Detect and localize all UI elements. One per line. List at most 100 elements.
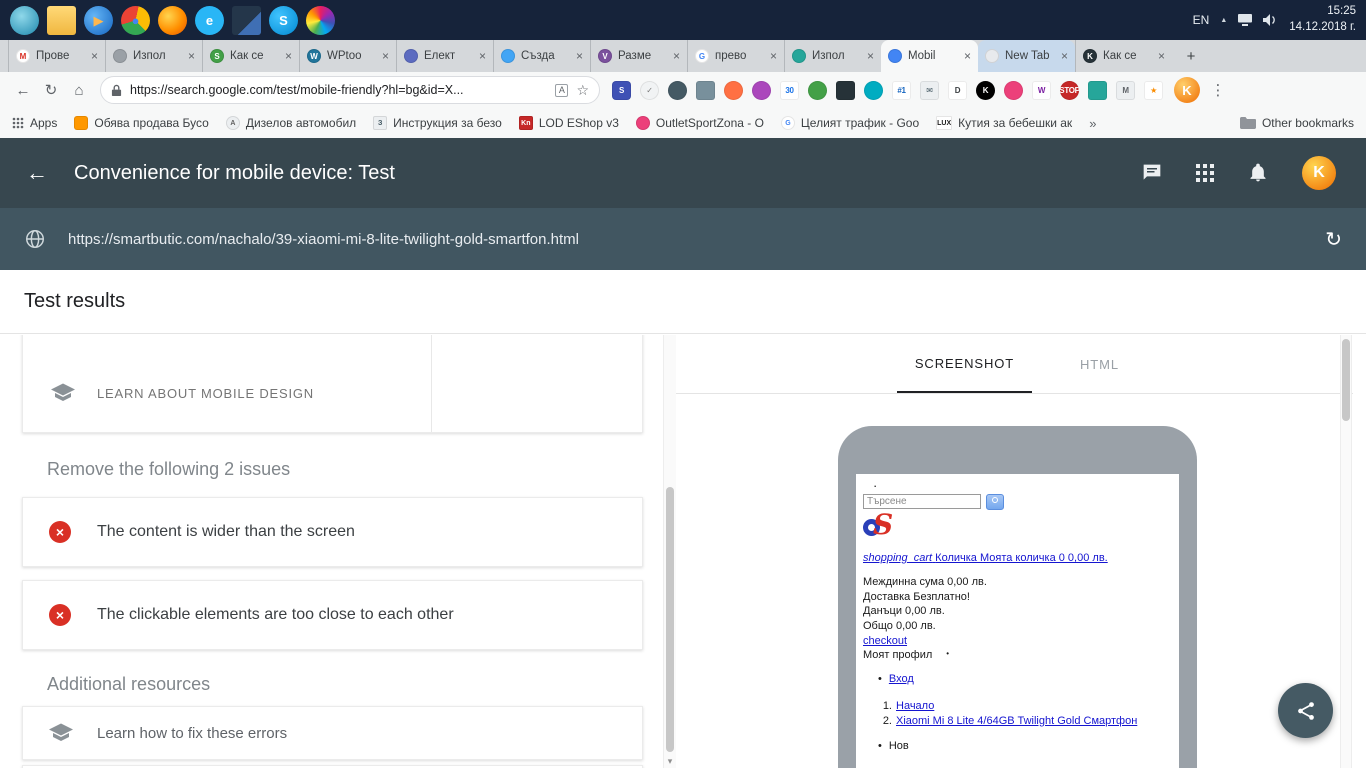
bookmark-star-icon[interactable]: ☆ xyxy=(576,82,589,99)
tab-close-icon[interactable]: × xyxy=(91,49,98,63)
bookmark-item[interactable]: OutletSportZona - O xyxy=(636,116,764,130)
other-bookmarks[interactable]: Other bookmarks xyxy=(1240,116,1354,130)
tool-back-icon[interactable]: ← xyxy=(26,160,48,186)
extension-icon-w[interactable]: W xyxy=(1032,81,1051,100)
feedback-icon[interactable] xyxy=(1142,163,1162,183)
tab-generic[interactable]: Създа × xyxy=(493,40,590,72)
tab-favicon: M xyxy=(16,49,30,63)
tab-gmail[interactable]: M Прове × xyxy=(8,40,105,72)
scrollbar-thumb[interactable] xyxy=(1342,339,1350,421)
tab-close-icon[interactable]: × xyxy=(867,49,874,63)
media-player-icon[interactable]: ▶ xyxy=(84,6,113,35)
bookmark-item[interactable]: Kn LOD EShop v3 xyxy=(519,116,619,130)
volume-icon[interactable] xyxy=(1263,14,1278,26)
left-panel-scrollbar[interactable]: ▾ xyxy=(663,335,676,768)
internet-explorer-icon[interactable]: e xyxy=(195,6,224,35)
address-bar[interactable]: https://search.google.com/test/mobile-fr… xyxy=(100,76,600,104)
bookmark-item[interactable]: G Целият трафик - Goo xyxy=(781,116,919,130)
scrollbar-down-icon[interactable]: ▾ xyxy=(664,756,676,767)
tab-sh[interactable]: S Как се × xyxy=(202,40,299,72)
extension-icon[interactable] xyxy=(1004,81,1023,100)
tab-close-icon[interactable]: × xyxy=(382,49,389,63)
extension-icon-m[interactable]: M xyxy=(1116,81,1135,100)
bookmark-item[interactable]: Обява продава Бусо xyxy=(74,116,208,130)
photoshop-icon[interactable] xyxy=(232,6,261,35)
learn-card[interactable]: LEARN ABOUT MOBILE DESIGN xyxy=(22,335,643,433)
tab-close-icon[interactable]: × xyxy=(1158,49,1165,63)
extension-icon-d[interactable]: D xyxy=(948,81,967,100)
tab-close-icon[interactable]: × xyxy=(188,49,195,63)
tab-html[interactable]: HTML xyxy=(1032,335,1167,393)
scrollbar-thumb[interactable] xyxy=(666,487,674,752)
tab-wordpress[interactable]: W WPtoo × xyxy=(299,40,396,72)
start-icon[interactable] xyxy=(10,6,39,35)
tab-close-icon[interactable]: × xyxy=(479,49,486,63)
share-button[interactable] xyxy=(1278,683,1333,738)
translate-icon[interactable]: A xyxy=(555,84,568,97)
extension-icon-number-one[interactable]: #1 xyxy=(892,81,911,100)
tab-viber[interactable]: V Разме × xyxy=(590,40,687,72)
retest-icon[interactable]: ↻ xyxy=(1325,227,1342,252)
extension-icon-star[interactable]: ★ xyxy=(1144,81,1163,100)
back-icon[interactable]: ← xyxy=(10,77,36,103)
home-icon[interactable]: ⌂ xyxy=(66,77,92,103)
bookmark-item[interactable]: З Инструкция за безо xyxy=(373,116,502,130)
extension-icon[interactable] xyxy=(808,81,827,100)
extension-icon[interactable] xyxy=(724,81,743,100)
paint-app-icon[interactable] xyxy=(306,6,335,35)
tab-generic[interactable]: K Как се × xyxy=(1075,40,1172,72)
browser-menu-icon[interactable]: ⋮ xyxy=(1209,81,1227,99)
issue-list: × The content is wider than the screen ×… xyxy=(22,497,643,650)
extension-icon-stop[interactable]: STOP xyxy=(1060,81,1079,100)
tab-generic[interactable]: Изпол × xyxy=(105,40,202,72)
chrome-icon[interactable]: ● xyxy=(121,6,150,35)
extension-icon-check[interactable]: ✓ xyxy=(640,81,659,100)
extension-icon-s[interactable]: S xyxy=(612,81,631,100)
google-apps-grid-icon[interactable] xyxy=(1196,164,1214,182)
right-panel-scrollbar[interactable] xyxy=(1340,335,1352,768)
new-tab-button[interactable]: + xyxy=(1178,43,1204,69)
extension-icon[interactable] xyxy=(752,81,771,100)
extension-icon[interactable] xyxy=(864,81,883,100)
hidden-icons-caret[interactable]: ▲ xyxy=(1220,17,1227,24)
tab-close-icon[interactable]: × xyxy=(770,49,777,63)
extension-icon-k[interactable]: K xyxy=(976,81,995,100)
tab-close-icon[interactable]: × xyxy=(285,49,292,63)
network-icon[interactable] xyxy=(1238,14,1252,26)
firefox-icon[interactable] xyxy=(158,6,187,35)
issue-card[interactable]: × The clickable elements are too close t… xyxy=(22,580,643,650)
browser-profile-avatar[interactable]: K xyxy=(1174,77,1200,103)
reload-icon[interactable]: ↻ xyxy=(38,77,64,103)
extension-icon-mail[interactable]: ✉ xyxy=(920,81,939,100)
tab-mobile-friendly-test[interactable]: Mobil × xyxy=(881,40,978,72)
learn-link[interactable]: LEARN ABOUT MOBILE DESIGN xyxy=(51,383,314,404)
notifications-bell-icon[interactable] xyxy=(1248,162,1268,184)
clock[interactable]: 15:25 14.12.2018 г. xyxy=(1289,4,1356,35)
issue-card[interactable]: × The content is wider than the screen xyxy=(22,497,643,567)
tab-close-icon[interactable]: × xyxy=(964,49,971,63)
file-explorer-icon[interactable] xyxy=(47,6,76,35)
bookmark-item[interactable]: LUX Кутия за бебешки ак xyxy=(936,116,1072,130)
tab-close-icon[interactable]: × xyxy=(576,49,583,63)
tab-close-icon[interactable]: × xyxy=(673,49,680,63)
skype-icon[interactable]: S xyxy=(269,6,298,35)
resource-card[interactable]: Learn how to fix these errors xyxy=(22,706,643,760)
tab-new-tab[interactable]: New Tab × xyxy=(978,40,1075,72)
tool-header-icons xyxy=(1142,162,1268,184)
extension-icon[interactable] xyxy=(1088,81,1107,100)
language-indicator[interactable]: EN xyxy=(1193,13,1210,27)
extension-icon[interactable] xyxy=(668,81,687,100)
bookmark-item[interactable]: A Дизелов автомобил xyxy=(226,116,356,130)
tab-close-icon[interactable]: × xyxy=(1061,49,1068,63)
tab-screenshot[interactable]: SCREENSHOT xyxy=(897,335,1032,393)
tab-generic[interactable]: Изпол × xyxy=(784,40,881,72)
tool-profile-avatar[interactable]: K xyxy=(1302,156,1336,190)
tab-google[interactable]: G прево × xyxy=(687,40,784,72)
extension-icon-screen[interactable] xyxy=(696,81,715,100)
bookmarks-overflow-icon[interactable]: » xyxy=(1089,116,1096,131)
extension-icon-calendar[interactable]: 30 xyxy=(780,81,799,100)
apps-shortcut[interactable]: Apps xyxy=(12,116,57,130)
tab-generic[interactable]: Елект × xyxy=(396,40,493,72)
lock-icon xyxy=(111,84,122,97)
extension-icon[interactable] xyxy=(836,81,855,100)
